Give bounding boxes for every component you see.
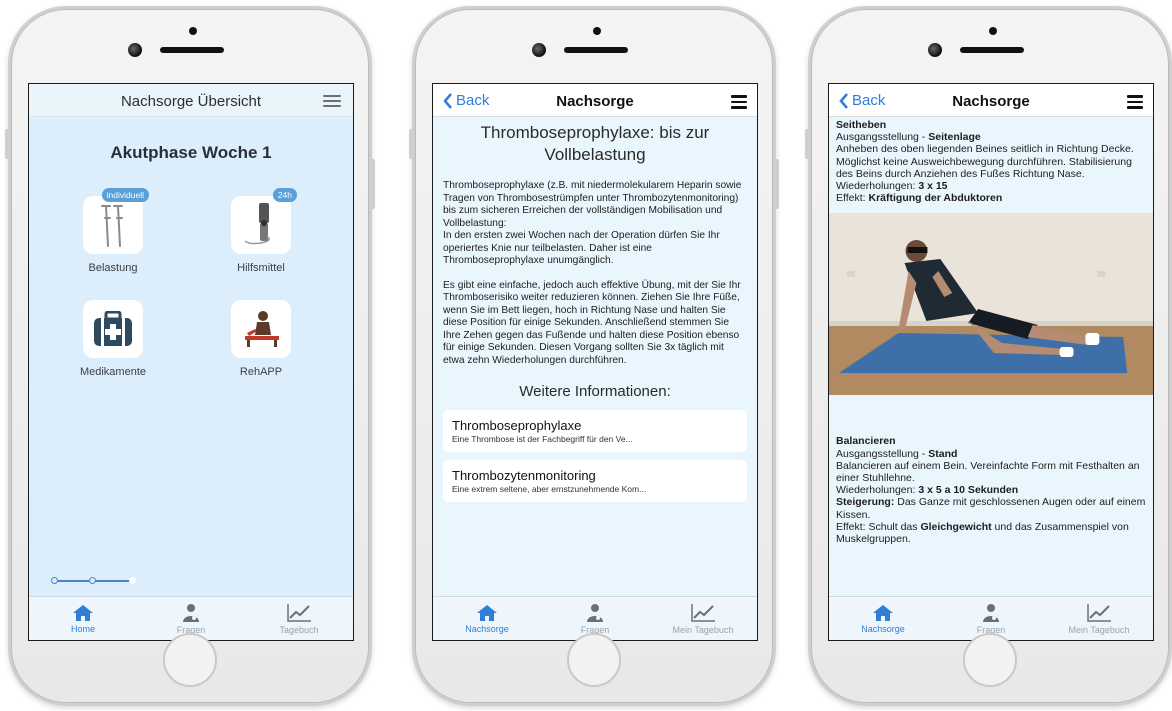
- chart-icon: [691, 603, 715, 622]
- page-title: Nachsorge Übersicht: [120, 93, 262, 110]
- earpiece-speaker: [960, 47, 1024, 53]
- sensor: [989, 27, 997, 35]
- tab-fragen[interactable]: Fragen: [141, 603, 241, 635]
- phone-frame-3: Back Nachsorge Seitheben Ausgangsstellun…: [805, 6, 1172, 706]
- hamburger-menu-icon[interactable]: [1127, 95, 1143, 112]
- tab-nachsorge[interactable]: Nachsorge: [833, 604, 933, 634]
- tab-nachsorge[interactable]: Nachsorge: [437, 604, 537, 634]
- content-scroll[interactable]: Seitheben Ausgangsstellung - Seitenlage …: [829, 118, 1153, 596]
- front-camera: [128, 43, 142, 57]
- doctor-icon: [183, 603, 199, 622]
- tile-rehapp[interactable]: RehAPP: [201, 300, 321, 378]
- article-paragraph: Es gibt eine einfache, jedoch auch effek…: [443, 279, 741, 366]
- home-button[interactable]: [163, 633, 217, 687]
- tab-fragen[interactable]: Fragen: [941, 603, 1041, 635]
- earpiece-speaker: [564, 47, 628, 53]
- exercise-seitheben: Seitheben Ausgangsstellung - Seitenlage …: [836, 119, 1134, 205]
- tile-label: Hilfsmittel: [237, 262, 285, 274]
- badge-individuell: individuell: [101, 188, 149, 202]
- tab-home[interactable]: Home: [33, 604, 133, 634]
- page-title: Nachsorge: [556, 93, 634, 110]
- first-aid-kit-icon: [83, 300, 143, 358]
- tab-tagebuch[interactable]: Tagebuch: [249, 603, 349, 635]
- earpiece-speaker: [160, 47, 224, 53]
- tile-label: Medikamente: [79, 366, 147, 378]
- info-card-thrombozytenmonitoring[interactable]: Thrombozytenmonitoring Eine extrem selte…: [443, 460, 747, 502]
- home-icon: [873, 604, 893, 621]
- phone-frame-2: Back Nachsorge Thromboseprophylaxe: bis …: [409, 6, 779, 706]
- exercise-balancieren: Balancieren Ausgangsstellung - Stand Bal…: [836, 435, 1146, 546]
- tile-hilfsmittel[interactable]: 24h Hilfsmittel: [201, 188, 321, 274]
- sensor: [593, 27, 601, 35]
- hamburger-menu-icon[interactable]: [731, 95, 747, 112]
- content-scroll[interactable]: Thromboseprophylaxe: bis zur Vollbelastu…: [433, 118, 757, 596]
- tab-mein-tagebuch[interactable]: Mein Tagebuch: [653, 603, 753, 635]
- nav-bar: Back Nachsorge: [433, 84, 757, 117]
- doctor-icon: [587, 603, 603, 622]
- phone-frame-1: Nachsorge Übersicht Akutphase Woche 1 in…: [5, 6, 375, 706]
- volume-button: [5, 129, 9, 159]
- info-card-thromboseprophylaxe[interactable]: Thromboseprophylaxe Eine Thrombose ist d…: [443, 410, 747, 452]
- badge-24h: 24h: [272, 188, 297, 202]
- more-info-heading: Weitere Informationen:: [519, 383, 671, 400]
- tab-mein-tagebuch[interactable]: Mein Tagebuch: [1049, 603, 1149, 635]
- crutches-icon: individuell: [83, 188, 149, 254]
- hamburger-menu-icon[interactable]: [323, 95, 341, 110]
- front-camera: [532, 43, 546, 57]
- screen-overview: Nachsorge Übersicht Akutphase Woche 1 in…: [28, 83, 354, 641]
- tile-label: RehAPP: [239, 366, 283, 378]
- power-button: [371, 159, 375, 209]
- knee-brace-icon: 24h: [231, 188, 297, 254]
- volume-button: [409, 129, 413, 159]
- screen-exercises: Back Nachsorge Seitheben Ausgangsstellun…: [828, 83, 1154, 641]
- progress-step-3: [129, 577, 136, 584]
- screen-thrombose: Back Nachsorge Thromboseprophylaxe: bis …: [432, 83, 758, 641]
- home-button[interactable]: [963, 633, 1017, 687]
- power-button: [775, 159, 779, 209]
- article-heading: Thromboseprophylaxe: bis zur Vollbelastu…: [480, 123, 710, 164]
- physiotherapy-icon: [231, 300, 291, 358]
- home-button[interactable]: [567, 633, 621, 687]
- tile-label: Belastung: [88, 262, 138, 274]
- home-icon: [73, 604, 93, 621]
- page-title: Nachsorge: [952, 93, 1030, 110]
- progress-indicator: [29, 574, 353, 588]
- tile-belastung[interactable]: individuell Belastung: [53, 188, 173, 274]
- article-paragraph: Thromboseprophylaxe (z.B. mit niedermole…: [443, 180, 742, 266]
- doctor-icon: [983, 603, 999, 622]
- overview-body: Akutphase Woche 1 individuell Belastung: [29, 118, 353, 596]
- phase-title: Akutphase Woche 1: [110, 143, 272, 162]
- nav-bar: Back Nachsorge: [829, 84, 1153, 117]
- chart-icon: [1087, 603, 1111, 622]
- home-icon: [477, 604, 497, 621]
- progress-step-1: [51, 577, 58, 584]
- sensor: [189, 27, 197, 35]
- exercise-photo: [829, 213, 1153, 396]
- volume-button: [805, 129, 809, 159]
- tile-medikamente[interactable]: Medikamente: [53, 300, 173, 378]
- front-camera: [928, 43, 942, 57]
- progress-step-2: [89, 577, 96, 584]
- header: Nachsorge Übersicht: [29, 84, 353, 117]
- tab-fragen[interactable]: Fragen: [545, 603, 645, 635]
- chart-icon: [287, 603, 311, 622]
